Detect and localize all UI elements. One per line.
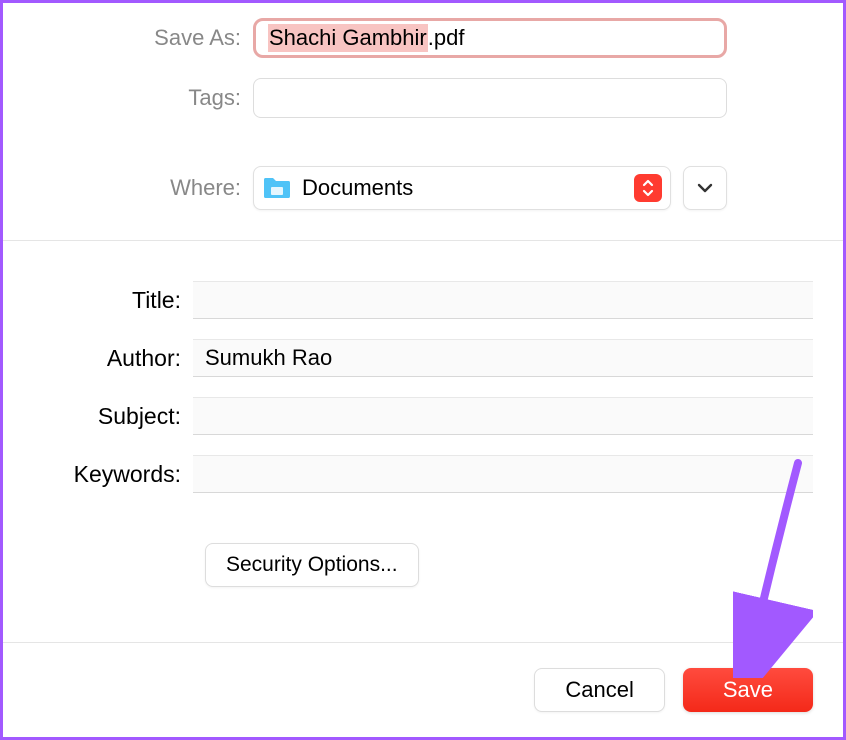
author-input[interactable]	[193, 339, 813, 377]
where-label: Where:	[33, 175, 253, 201]
keywords-input[interactable]	[193, 455, 813, 493]
author-row: Author:	[33, 339, 813, 377]
keywords-label: Keywords:	[33, 461, 193, 488]
save-as-input[interactable]: Shachi Gambhir.pdf	[253, 18, 727, 58]
subject-row: Subject:	[33, 397, 813, 435]
subject-input[interactable]	[193, 397, 813, 435]
metadata-section: Title: Author: Subject: Keywords: Securi…	[3, 241, 843, 617]
where-value: Documents	[302, 175, 634, 201]
save-as-filename-selected: Shachi Gambhir	[268, 24, 428, 52]
tags-input[interactable]	[253, 78, 727, 118]
save-as-filename-ext: .pdf	[428, 25, 465, 51]
save-button[interactable]: Save	[683, 668, 813, 712]
expand-button[interactable]	[683, 166, 727, 210]
tags-row: Tags:	[33, 78, 813, 118]
save-as-label: Save As:	[33, 25, 253, 51]
updown-chevrons-icon	[634, 174, 662, 202]
tags-label: Tags:	[33, 85, 253, 111]
chevron-down-icon	[696, 182, 714, 194]
keywords-row: Keywords:	[33, 455, 813, 493]
author-label: Author:	[33, 345, 193, 372]
subject-label: Subject:	[33, 403, 193, 430]
title-label: Title:	[33, 287, 193, 314]
where-row: Where: Documents	[33, 166, 813, 210]
save-as-row: Save As: Shachi Gambhir.pdf	[33, 18, 813, 58]
where-select[interactable]: Documents	[253, 166, 671, 210]
cancel-button[interactable]: Cancel	[534, 668, 664, 712]
title-input[interactable]	[193, 281, 813, 319]
dialog-footer: Cancel Save	[3, 642, 843, 737]
title-row: Title:	[33, 281, 813, 319]
folder-icon	[262, 176, 292, 200]
security-options-button[interactable]: Security Options...	[205, 543, 419, 587]
save-panel-top: Save As: Shachi Gambhir.pdf Tags: Where:…	[3, 3, 843, 240]
